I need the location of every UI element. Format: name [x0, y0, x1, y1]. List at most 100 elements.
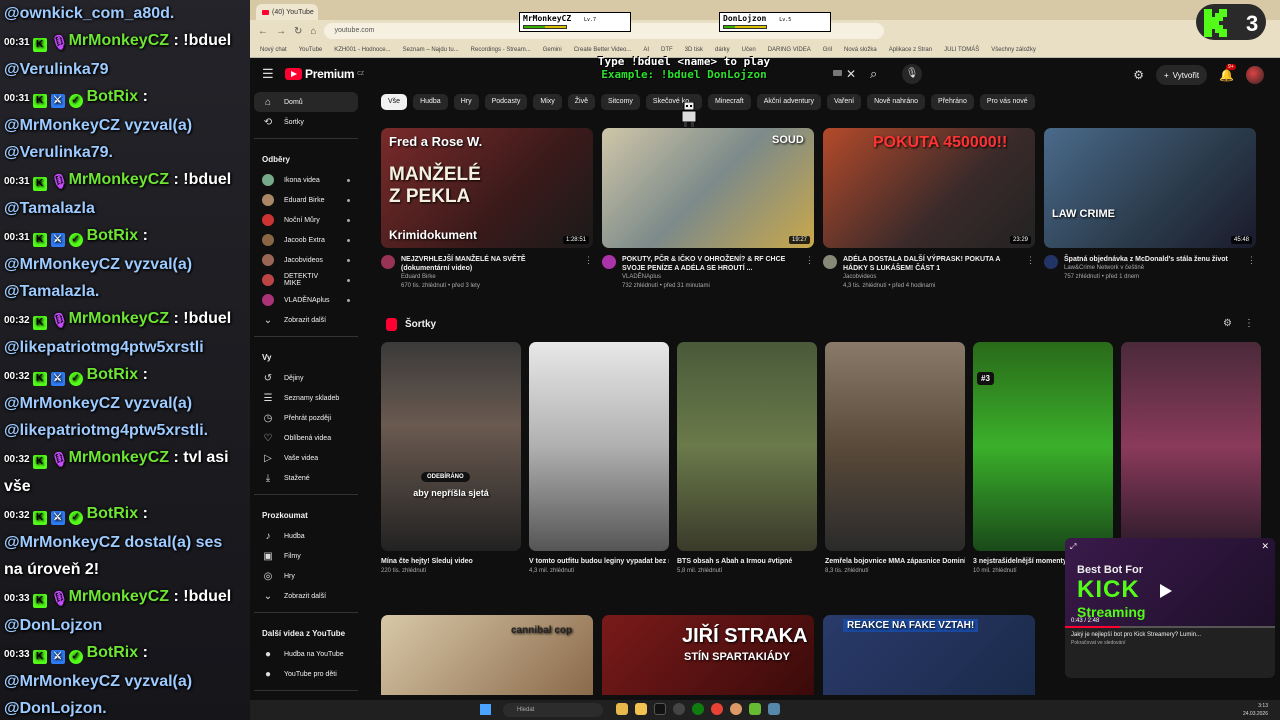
chat-username[interactable]: BotRix [87, 505, 139, 522]
short-thumbnail[interactable]: ODEBÍRÁNO aby nepříšla sjetá [381, 342, 521, 551]
bookmark-item[interactable]: Učen [742, 47, 756, 53]
sidebar-item[interactable]: ⌂ Domů [254, 92, 358, 112]
sidebar-item[interactable]: DETEKTIV MIKE [254, 270, 358, 290]
bookmark-item[interactable]: Gemini [543, 47, 562, 53]
sidebar-item[interactable]: ▷ Vaše videa [254, 448, 358, 468]
short-title[interactable]: Zemřela bojovnice MMA zápasnice Dominika… [825, 557, 965, 566]
cast-icon[interactable]: ⚙ [1133, 68, 1144, 82]
more-icon[interactable]: ⋮ [1026, 255, 1035, 291]
expand-icon[interactable]: ⤢ [1070, 542, 1076, 552]
bookmark-item[interactable]: 3D tisk [685, 47, 703, 53]
sidebar-item[interactable]: ♪ Hudba [254, 526, 358, 546]
microphone-icon[interactable]: 🎙 [902, 64, 922, 84]
sidebar-item[interactable]: ⤓ Stažené [254, 468, 358, 488]
chat-username[interactable]: MrMonkeyCZ [69, 588, 169, 605]
bookmark-item[interactable]: Seznam – Najdu tu... [403, 47, 459, 53]
bookmark-item[interactable]: Všechny záložky [991, 47, 1036, 53]
category-chip[interactable]: Mixy [533, 94, 562, 110]
video-title[interactable]: ADÉLA DOSTALA DALŠÍ VÝPRASK! POKUTA A HÁ… [843, 255, 1013, 273]
chat-username[interactable]: BotRix [87, 227, 139, 244]
more-icon[interactable]: ⋮ [1244, 318, 1254, 329]
chat-username[interactable]: MrMonkeyCZ [69, 171, 169, 188]
short-thumbnail[interactable] [529, 342, 669, 551]
bookmark-item[interactable]: Nový chat [260, 47, 287, 53]
close-icon[interactable]: ✕ [1261, 541, 1269, 552]
video-card[interactable]: SOUD 19:27 POKUTY, PČR & IČKO V OHROŽENÍ? … [602, 128, 814, 291]
video-thumbnail[interactable]: POKUTA 450000!! 23:29 [823, 128, 1035, 248]
video-title[interactable]: POKUTY, PČR & IČKO V OHROŽENÍ? & RF CHCE… [622, 255, 792, 273]
create-button[interactable]: + Vytvořit [1156, 65, 1208, 85]
play-icon[interactable] [1160, 584, 1172, 598]
sidebar-section-title[interactable]: Prozkoumat [254, 501, 366, 526]
channel-name[interactable]: VLADĚNAplus [622, 273, 792, 282]
sidebar-item[interactable]: ● Hudba na YouTube [254, 644, 358, 664]
sidebar-item[interactable]: Noční Můry [254, 210, 358, 230]
video-card[interactable]: JIŘÍ STRAKA STÍN SPARTAKIÁDY [602, 615, 814, 695]
channel-avatar[interactable] [602, 255, 616, 269]
short-thumbnail[interactable]: #3 [973, 342, 1113, 551]
bookmark-item[interactable]: DARING VIDEA [768, 47, 811, 53]
sidebar-section-title[interactable]: Další videa z YouTube [254, 619, 366, 644]
avatar[interactable] [1246, 66, 1264, 84]
miniplayer-video[interactable]: ⤢ ✕ Best Bot For KICK Streaming 0:43 / 2… [1065, 538, 1275, 628]
bookmark-item[interactable]: AI [643, 47, 649, 53]
video-thumbnail[interactable]: JIŘÍ STRAKA STÍN SPARTAKIÁDY [602, 615, 814, 695]
short-title[interactable]: V tomto outfitu budou leginy vypadat bez… [529, 557, 669, 566]
xbox-icon[interactable] [692, 703, 704, 715]
sidebar-item[interactable]: VLADĚNAplus [254, 290, 358, 310]
category-chip[interactable]: Vše [381, 94, 408, 110]
explorer-icon[interactable] [635, 703, 647, 715]
miniplayer[interactable]: ⤢ ✕ Best Bot For KICK Streaming 0:43 / 2… [1065, 538, 1275, 678]
short-title[interactable]: Mína čte hejty! Sleduj video [381, 557, 521, 566]
chat-username[interactable]: BotRix [87, 366, 139, 383]
short-thumbnail[interactable] [677, 342, 817, 551]
category-chip[interactable]: Hudba [413, 94, 448, 110]
bookmark-item[interactable]: Aplikace z Stran [889, 47, 932, 53]
chat-username[interactable]: BotRix [87, 644, 139, 661]
home-icon[interactable]: ⌂ [310, 26, 316, 37]
settings-icon[interactable]: ⚙ [1223, 318, 1232, 329]
chat-username[interactable]: MrMonkeyCZ [69, 32, 169, 49]
video-card[interactable]: cannibal cop [381, 615, 593, 695]
obs-icon[interactable] [673, 703, 685, 715]
video-thumbnail[interactable]: cannibal cop [381, 615, 593, 695]
sidebar-item[interactable]: Ikona videa [254, 170, 358, 190]
channel-name[interactable]: Law&Crime Network v češtině [1064, 264, 1234, 273]
browser-icon[interactable] [730, 703, 742, 715]
video-card[interactable]: REAKCE NA FAKE VZTAH! [823, 615, 1035, 695]
mini-title[interactable]: Jaký je nejlepší bot pro Kick Streamery?… [1065, 628, 1275, 638]
yt-logo[interactable]: Premium CZ [285, 67, 364, 81]
mini-progress[interactable] [1065, 626, 1275, 628]
bookmark-item[interactable]: JULI TOMÁŠ [944, 47, 979, 53]
sidebar-section-title[interactable]: Vy [254, 343, 366, 368]
video-thumbnail[interactable]: LAW CRIME 45:48 [1044, 128, 1256, 248]
channel-name[interactable]: Jacobvideos [843, 273, 1013, 282]
short-thumbnail[interactable] [825, 342, 965, 551]
video-card[interactable]: LAW CRIME 45:48 Špatná objednávka z McDona… [1044, 128, 1256, 291]
channel-name[interactable]: Eduard Birke [401, 273, 571, 282]
taskbar-search[interactable]: Hledat [503, 703, 603, 717]
video-thumbnail[interactable]: REAKCE NA FAKE VZTAH! [823, 615, 1035, 695]
sidebar-item[interactable]: ▣ Filmy [254, 546, 358, 566]
category-chip[interactable]: Akční adventury [756, 94, 821, 110]
chat-username[interactable]: BotRix [87, 88, 139, 105]
video-thumbnail[interactable]: SOUD 19:27 [602, 128, 814, 248]
video-card[interactable]: Fred a Rose W. MANŽELÉ Z PEKLA Krimidokume… [381, 128, 593, 291]
category-chip[interactable]: Podcasty [484, 94, 528, 110]
short-thumbnail[interactable] [1121, 342, 1261, 551]
subscribed-pill[interactable]: ODEBÍRÁNO [421, 472, 470, 482]
sidebar-item[interactable]: Jacobvideos [254, 250, 358, 270]
category-chip[interactable]: Minecraft [707, 94, 751, 110]
search-icon[interactable]: ⌕ [870, 66, 877, 82]
short-card[interactable]: V tomto outfitu budou leginy vypadat bez… [529, 342, 669, 574]
channel-avatar[interactable] [1044, 255, 1058, 269]
category-chip[interactable]: Pro vás nové [979, 94, 1035, 110]
category-chip[interactable]: Živě [567, 94, 596, 110]
video-title[interactable]: NEJZVRHLEJŠÍ MANŽELÉ NA SVĚTĚ (dokumentá… [401, 255, 571, 273]
bookmark-item[interactable]: Create Better Video... [574, 47, 632, 53]
forward-icon[interactable]: → [276, 26, 286, 37]
chat-username[interactable]: MrMonkeyCZ [69, 449, 169, 466]
bookmark-item[interactable]: KZH001 - Hodnoce... [334, 47, 390, 53]
chrome-icon[interactable] [711, 703, 723, 715]
short-title[interactable]: BTS obsah s Abah a Irmou #vtipné [677, 557, 817, 566]
